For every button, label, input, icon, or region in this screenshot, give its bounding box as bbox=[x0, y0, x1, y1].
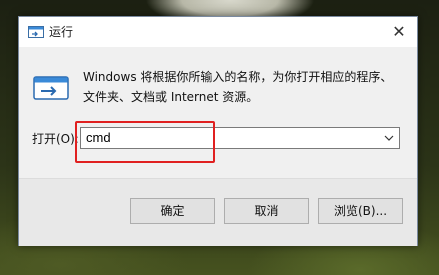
browse-button[interactable]: 浏览(B)... bbox=[318, 198, 403, 224]
ok-button[interactable]: 确定 bbox=[130, 198, 215, 224]
run-dialog: 运行 ✕ Windows 将根据你所输入的名称，为你打开相应的程序、文件夹、文档… bbox=[18, 16, 418, 246]
close-icon: ✕ bbox=[392, 22, 406, 41]
close-button[interactable]: ✕ bbox=[387, 21, 411, 43]
run-icon bbox=[33, 76, 69, 100]
cancel-button[interactable]: 取消 bbox=[224, 198, 309, 224]
run-icon bbox=[28, 26, 44, 38]
title-bar: 运行 ✕ bbox=[19, 17, 417, 47]
dialog-description: Windows 将根据你所输入的名称，为你打开相应的程序、文件夹、文档或 Int… bbox=[83, 70, 393, 104]
open-label: 打开(O): bbox=[32, 132, 79, 146]
highlight-annotation bbox=[75, 121, 215, 163]
dialog-title: 运行 bbox=[49, 25, 74, 39]
chevron-down-icon[interactable] bbox=[383, 132, 395, 144]
